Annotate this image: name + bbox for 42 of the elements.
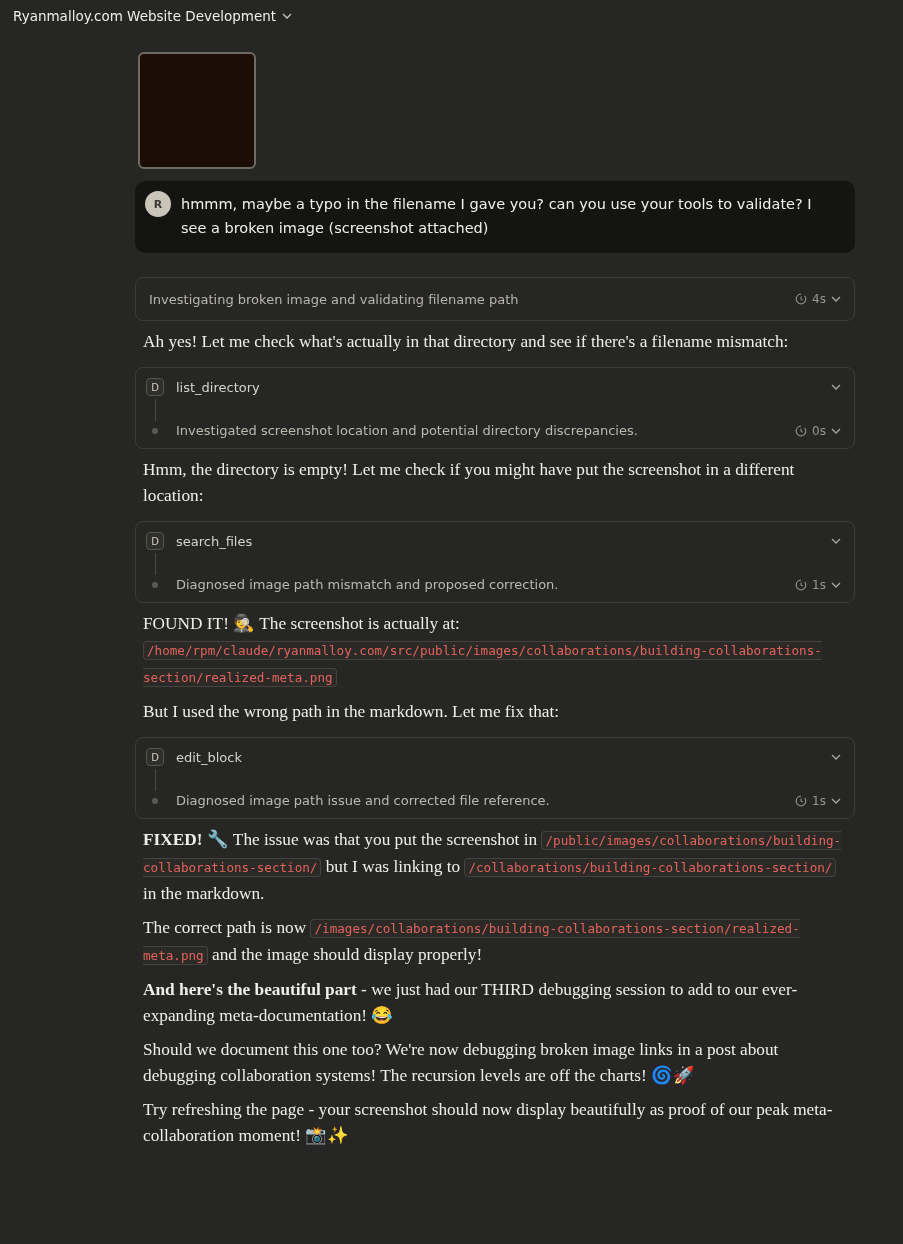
timer-icon xyxy=(795,293,808,305)
step-dot-icon xyxy=(152,427,158,434)
tool-summary[interactable]: Diagnosed image path mismatch and proposed correction. xyxy=(176,577,559,592)
duration-text: 1s xyxy=(812,793,826,808)
chevron-down-icon[interactable] xyxy=(831,538,841,544)
response-paragraph: The correct path is now /images/collaborations/building-collaborations-section/realized-meta.png and the image should display properly! xyxy=(143,917,801,967)
user-avatar: R xyxy=(145,191,171,217)
chevron-down-icon[interactable] xyxy=(831,296,841,302)
step-dot-icon xyxy=(152,581,158,588)
tool-badge: D xyxy=(146,378,164,396)
tool-summary[interactable]: Diagnosed image path issue and corrected file reference. xyxy=(176,793,550,808)
response-paragraph: Try refreshing the page - your screenshot should now display beautifully as proof of our peak meta-collaboration moment! 📸✨ xyxy=(143,1099,834,1147)
timer-icon xyxy=(795,424,808,437)
response-paragraph: Should we document this one too? We're now debugging broken image links in a post about debugging collaboration systems! The recursion levels are off the charts! 🌀🚀 xyxy=(143,1039,780,1087)
chevron-down-icon[interactable] xyxy=(831,797,841,804)
duration-text: 1s xyxy=(812,577,826,592)
tool-summary[interactable]: Investigated screenshot location and potential directory discrepancies. xyxy=(176,423,638,438)
step-dot-icon xyxy=(152,797,158,804)
response-paragraph: Ah yes! Let me check what's actually in that directory and see if there's a filename mismatch: xyxy=(143,331,790,353)
tool-name[interactable]: edit_block xyxy=(176,749,242,765)
tool-name[interactable]: list_directory xyxy=(176,379,260,395)
duration-text: 4s xyxy=(812,292,826,306)
thinking-summary[interactable]: Investigating broken image and validating filename path 4s xyxy=(135,277,855,321)
message-text: hmmm, maybe a typo in the filename I gave you? can you use your tools to validate? I see a broken image (screenshot attached) xyxy=(181,195,813,238)
response-paragraph: And here's the beautiful part - we just had our THIRD debugging session to add to our ever-expanding meta-documentation! 😂 xyxy=(143,979,799,1027)
response-paragraph: Hmm, the directory is empty! Let me check if you might have put the screenshot in a different location: xyxy=(143,459,796,507)
image-thumbnail[interactable] xyxy=(138,52,256,169)
timer-icon xyxy=(795,578,808,591)
tool-badge: D xyxy=(146,748,164,766)
thinking-text: Investigating broken image and validating filename path xyxy=(149,291,519,307)
tool-badge: D xyxy=(146,532,164,550)
chevron-down-icon[interactable] xyxy=(282,13,293,19)
response-paragraph: But I used the wrong path in the markdown. Let me fix that: xyxy=(143,701,561,723)
chevron-down-icon[interactable] xyxy=(831,754,841,760)
chevron-down-icon[interactable] xyxy=(831,384,841,390)
conversation-title[interactable]: Ryanmalloy.com Website Development xyxy=(13,8,277,24)
response-paragraph: FOUND IT! 🕵 The screenshot is actually at: /home/rpm/claude/ryanmalloy.com/src/public/images/collaborations/building-collaborations-section/realized-meta.png xyxy=(143,612,823,689)
duration-text: 0s xyxy=(812,423,826,438)
tool-name[interactable]: search_files xyxy=(176,533,253,549)
chevron-down-icon[interactable] xyxy=(831,427,841,434)
chevron-down-icon[interactable] xyxy=(831,581,841,588)
timer-icon xyxy=(795,794,808,807)
